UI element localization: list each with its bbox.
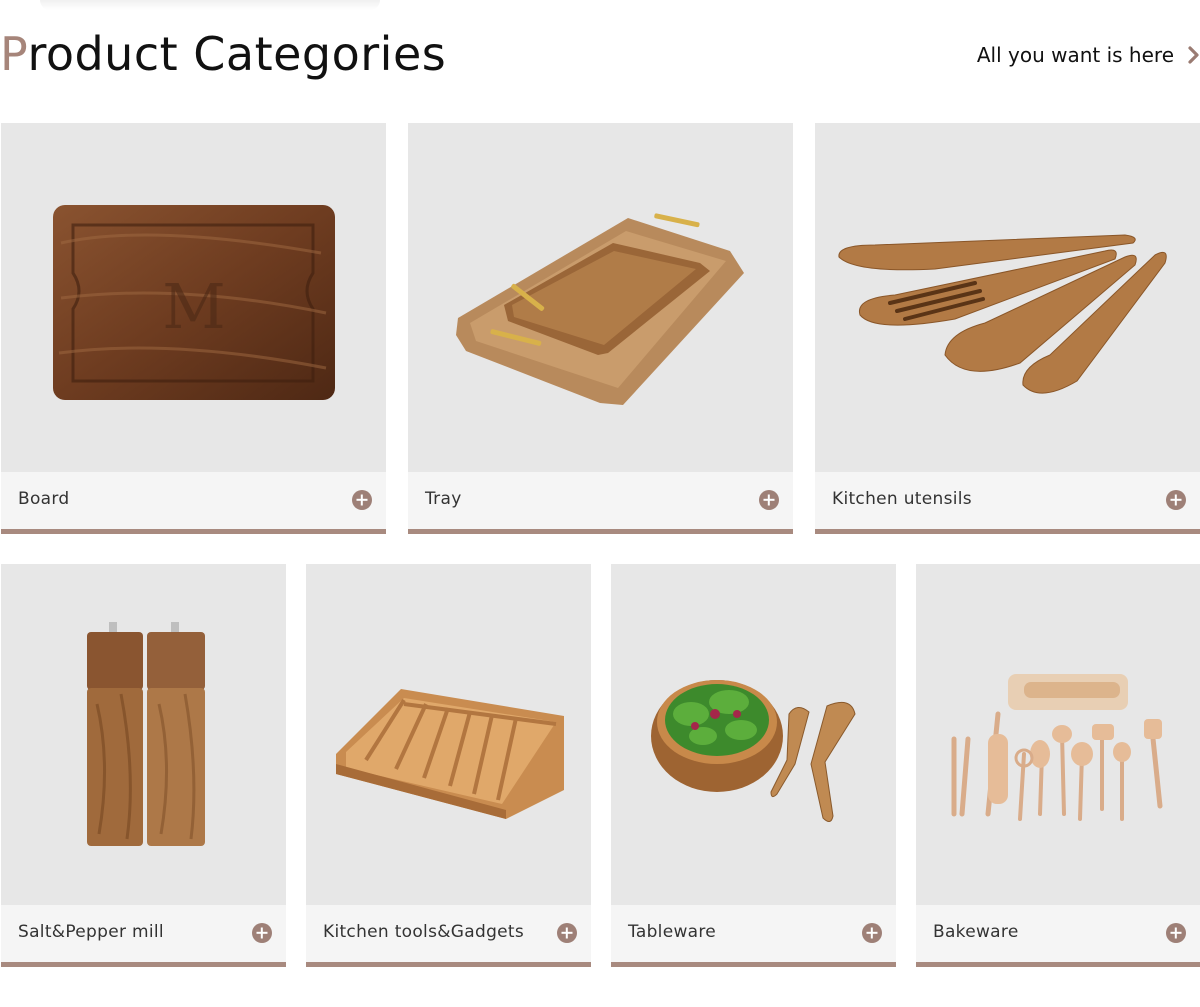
category-label: Tableware — [628, 922, 717, 942]
plus-circle-icon[interactable] — [557, 923, 577, 943]
category-label: Kitchen tools&Gadgets — [323, 922, 525, 942]
board-image: M — [1, 123, 386, 472]
category-card-tray[interactable]: Tray — [408, 123, 793, 534]
kitchen-utensils-label-bar: Kitchen utensils — [815, 472, 1200, 529]
all-products-link-label: All you want is here — [976, 43, 1174, 67]
kitchen-tools-gadgets-image — [306, 564, 591, 905]
salt-pepper-mill-label-bar: Salt&Pepper mill — [1, 905, 286, 962]
plus-circle-icon[interactable] — [352, 490, 372, 510]
page-title: Product Categories — [0, 26, 446, 82]
category-label: Board — [18, 489, 70, 509]
plus-circle-icon[interactable] — [252, 923, 272, 943]
tableware-label-bar: Tableware — [611, 905, 896, 962]
plus-circle-icon[interactable] — [862, 923, 882, 943]
plus-circle-icon[interactable] — [1166, 923, 1186, 943]
bakeware-image — [916, 564, 1200, 905]
kitchen-tools-gadgets-label-bar: Kitchen tools&Gadgets — [306, 905, 591, 962]
category-label: Tray — [425, 489, 462, 509]
category-card-kitchen-tools-gadgets[interactable]: Kitchen tools&Gadgets — [306, 564, 591, 967]
salt-pepper-mill-image — [1, 564, 286, 905]
category-card-board[interactable]: M Board — [1, 123, 386, 534]
svg-text:M: M — [162, 270, 225, 343]
category-card-salt-pepper-mill[interactable]: Salt&Pepper mill — [1, 564, 286, 967]
plus-circle-icon[interactable] — [1166, 490, 1186, 510]
board-label-bar: Board — [1, 472, 386, 529]
kitchen-utensils-image — [815, 123, 1200, 472]
category-label: Kitchen utensils — [832, 489, 972, 509]
tableware-image — [611, 564, 896, 905]
tray-label-bar: Tray — [408, 472, 793, 529]
page-title-rest: roduct Categories — [27, 27, 447, 81]
page-title-initial: P — [0, 27, 28, 81]
category-card-bakeware[interactable]: Bakeware — [916, 564, 1200, 967]
plus-circle-icon[interactable] — [759, 490, 779, 510]
chevron-right-icon — [1188, 46, 1199, 64]
bakeware-label-bar: Bakeware — [916, 905, 1200, 962]
tray-image — [408, 123, 793, 472]
category-card-tableware[interactable]: Tableware — [611, 564, 896, 967]
category-label: Salt&Pepper mill — [18, 922, 164, 942]
category-card-kitchen-utensils[interactable]: Kitchen utensils — [815, 123, 1200, 534]
all-products-link[interactable]: All you want is here — [977, 40, 1200, 70]
category-label: Bakeware — [933, 922, 1019, 942]
top-shadow — [40, 0, 380, 10]
